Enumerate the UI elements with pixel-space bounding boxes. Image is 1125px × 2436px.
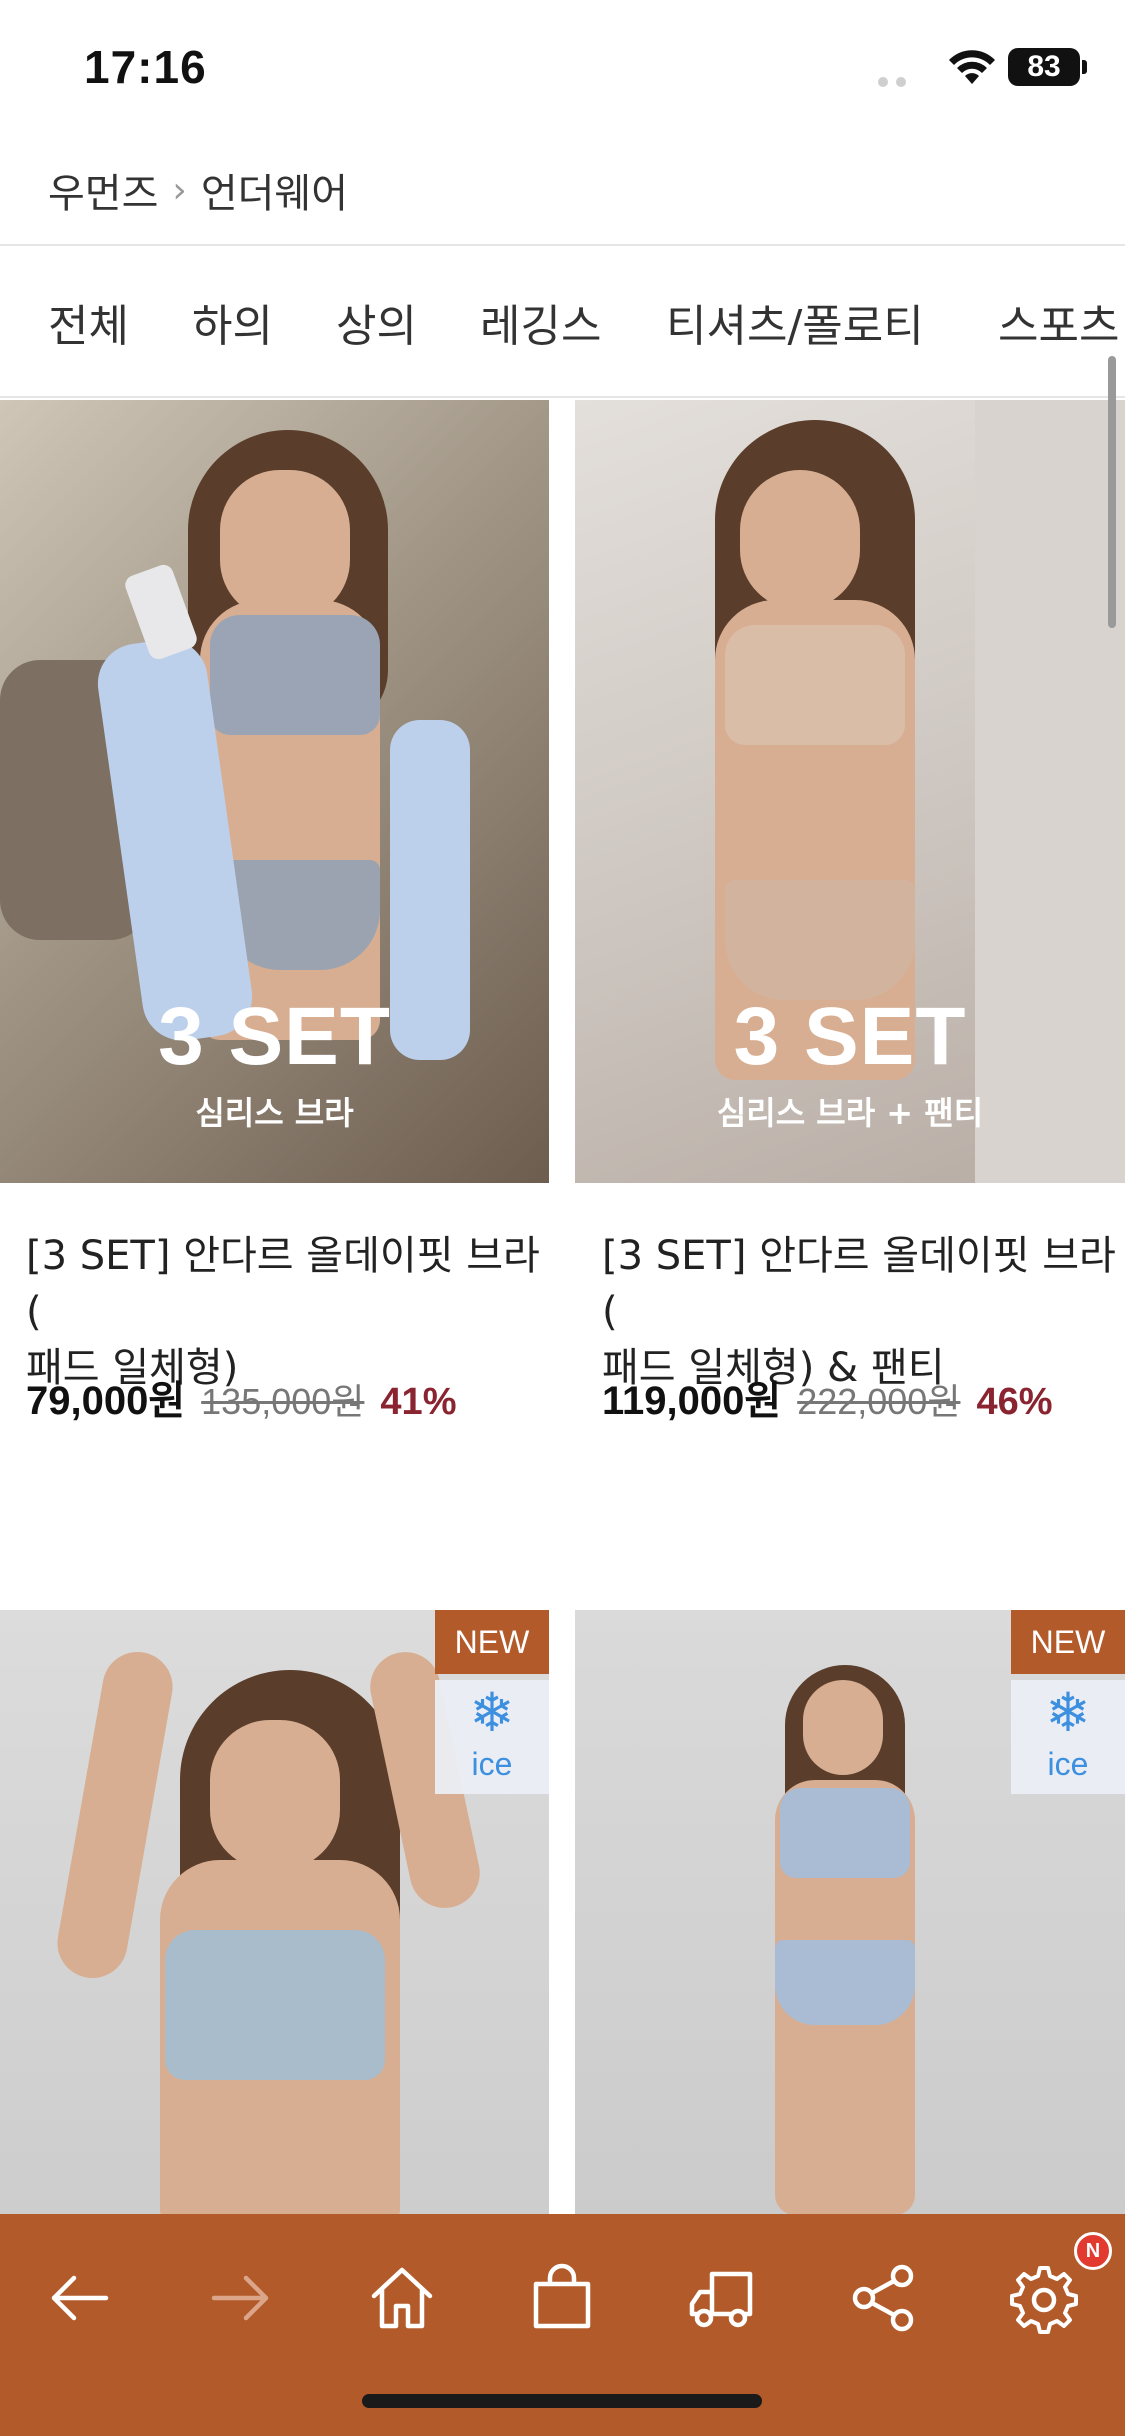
panty xyxy=(725,880,915,1000)
home-indicator[interactable] xyxy=(362,2394,762,2408)
ice-label: ice xyxy=(1047,1746,1089,1782)
bra xyxy=(210,615,380,735)
tab-tshirts-polo[interactable]: 티셔츠/폴로티 xyxy=(666,290,924,354)
price-row: 119,000원 222,000원 46% xyxy=(602,1368,1053,1426)
home-icon xyxy=(371,2267,433,2329)
tab-leggings[interactable]: 레깅스 xyxy=(480,290,601,354)
chevron-right-icon: › xyxy=(172,169,187,211)
forward-button[interactable] xyxy=(200,2258,280,2338)
set-subtitle: 심리스 브라 + 팬티 xyxy=(716,1094,984,1132)
new-badge: NEW xyxy=(435,1610,549,1674)
share-button[interactable] xyxy=(844,2258,924,2338)
divider xyxy=(0,396,1125,398)
bra xyxy=(725,625,905,745)
shopping-bag-icon xyxy=(533,2263,591,2329)
delivery-button[interactable] xyxy=(682,2258,762,2338)
category-tabs: 전체 하의 상의 레깅스 티셔츠/폴로티 스포츠 xyxy=(0,246,1125,396)
set-title: 3 SET xyxy=(733,991,967,1082)
discount-rate: 46% xyxy=(976,1381,1053,1423)
model-face xyxy=(740,470,860,610)
panty xyxy=(775,1940,915,2025)
tab-all[interactable]: 전체 xyxy=(48,290,129,354)
tab-sports[interactable]: 스포츠 xyxy=(998,290,1119,354)
product-image[interactable]: 3 SET 심리스 브라 xyxy=(0,400,549,1183)
share-icon xyxy=(852,2264,914,2332)
ice-badge: ❄ ice xyxy=(435,1680,549,1794)
model-face xyxy=(210,1720,340,1870)
bra xyxy=(165,1930,385,2080)
breadcrumb: 우먼즈 › 언더웨어 xyxy=(48,160,348,220)
set-title: 3 SET xyxy=(158,991,391,1082)
settings-button[interactable] xyxy=(1004,2258,1084,2338)
battery-tip xyxy=(1082,60,1087,74)
sale-price: 79,000원 xyxy=(26,1379,186,1423)
forward-arrow-icon xyxy=(211,2275,269,2321)
status-bar: 17:16 83 xyxy=(0,0,1125,140)
back-arrow-icon xyxy=(51,2275,109,2321)
product-image[interactable]: NEW ❄ ice xyxy=(0,1610,549,2215)
shopping-bag-button[interactable] xyxy=(522,2258,602,2338)
discount-rate: 41% xyxy=(380,1381,457,1423)
price-row: 79,000원 135,000원 41% xyxy=(26,1368,456,1426)
product-image[interactable]: 3 SET 심리스 브라 + 팬티 xyxy=(575,400,1125,1183)
delivery-truck-icon xyxy=(689,2271,753,2328)
set-overlay: 3 SET 심리스 브라 + 팬티 xyxy=(575,990,1125,1134)
breadcrumb-parent[interactable]: 우먼즈 xyxy=(48,161,158,219)
tab-bottoms[interactable]: 하의 xyxy=(192,290,273,354)
original-price: 222,000원 xyxy=(797,1381,961,1422)
set-overlay: 3 SET 심리스 브라 xyxy=(0,990,549,1134)
notification-badge: N xyxy=(1074,2232,1112,2270)
wifi-icon xyxy=(949,50,995,84)
breadcrumb-current[interactable]: 언더웨어 xyxy=(201,161,348,219)
ice-badge: ❄ ice xyxy=(1011,1680,1125,1794)
product-image[interactable]: NEW ❄ ice xyxy=(575,1610,1125,2215)
signal-icon xyxy=(878,72,914,91)
scrollbar[interactable] xyxy=(1108,356,1116,628)
bra xyxy=(780,1788,910,1878)
home-button[interactable] xyxy=(362,2258,442,2338)
tab-tops[interactable]: 상의 xyxy=(336,290,417,354)
snowflake-icon: ❄ xyxy=(1045,1681,1091,1744)
new-badge: NEW xyxy=(1011,1610,1125,1674)
settings-gear-icon xyxy=(1010,2266,1078,2334)
snowflake-icon: ❄ xyxy=(469,1681,515,1744)
ice-label: ice xyxy=(471,1746,513,1782)
model-face xyxy=(803,1680,883,1775)
set-subtitle: 심리스 브라 xyxy=(195,1094,354,1132)
battery-icon: 83 xyxy=(1008,48,1080,86)
model-face xyxy=(220,470,350,620)
back-button[interactable] xyxy=(40,2258,120,2338)
status-time: 17:16 xyxy=(84,41,207,93)
sale-price: 119,000원 xyxy=(602,1379,782,1423)
original-price: 135,000원 xyxy=(201,1381,365,1422)
